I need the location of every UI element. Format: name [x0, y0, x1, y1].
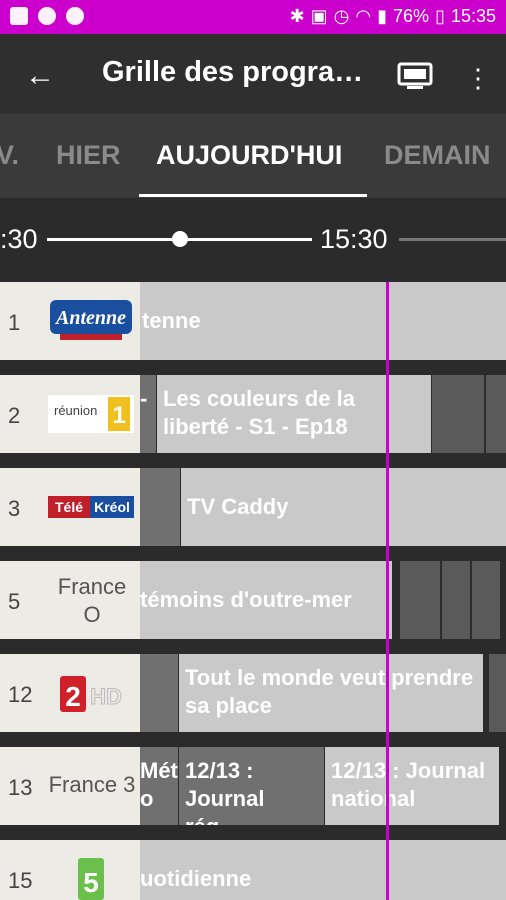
nfc-icon: ▣ — [310, 6, 328, 26]
channel-row: 2 réunion 1 - Les couleurs de la liberté… — [0, 375, 506, 453]
program-block[interactable]: TV Caddy — [181, 468, 506, 546]
tele-kreol-logo: Télé Kréol — [48, 496, 134, 518]
timeline-track-future — [399, 238, 506, 241]
program-block[interactable] — [140, 468, 180, 546]
program-block[interactable]: 12/13 : Journal rég… — [179, 747, 324, 825]
program-block[interactable]: tenne — [140, 282, 506, 360]
program-block[interactable] — [442, 561, 470, 639]
channel-cell[interactable]: 12 2 HD — [0, 654, 140, 732]
program-block[interactable]: uotidienne — [140, 840, 506, 900]
svg-text:HD: HD — [90, 684, 122, 709]
app-toolbar: ← Grille des progra… ⋮ — [0, 34, 506, 114]
channel-name: France 3 — [48, 772, 136, 797]
channel-row: 15 5 uotidienne — [0, 840, 506, 900]
svg-text:réunion: réunion — [54, 403, 97, 418]
program-title: - — [140, 386, 148, 411]
channel-number: 2 — [8, 403, 21, 428]
program-title: Tout le monde veut prendre sa place — [185, 665, 474, 718]
status-bar: ✱ ▣ ◷ ◠ ▮ 76% ▯ 15:35 — [0, 0, 506, 34]
battery-icon: ▯ — [435, 6, 445, 26]
current-time-line — [386, 282, 389, 900]
channel-number: 5 — [8, 589, 21, 614]
active-tab-indicator — [139, 194, 367, 197]
svg-text:1: 1 — [112, 402, 125, 429]
program-block[interactable] — [400, 561, 440, 639]
program-block[interactable] — [140, 654, 178, 732]
france-5-logo: 5 — [78, 858, 104, 900]
channel-row: 1 Antenne tenne — [0, 282, 506, 360]
france-2-hd-logo: 2 HD — [60, 676, 122, 712]
tab-demain[interactable]: DEMAIN — [384, 140, 491, 171]
svg-text:5: 5 — [83, 867, 99, 898]
channel-number: 13 — [8, 775, 33, 800]
program-block[interactable] — [489, 654, 506, 732]
channel-cell[interactable]: 2 réunion 1 — [0, 375, 140, 453]
program-title: 12/13 : Journal national — [331, 758, 486, 811]
channel-cell[interactable]: 3 Télé Kréol — [0, 468, 140, 546]
channel-cell[interactable]: 13 France 3 — [0, 747, 140, 825]
channel-row: 13 France 3 Mét o 12/13 : Journal rég… 1… — [0, 747, 506, 825]
tab-hier[interactable]: HIER — [56, 140, 121, 171]
tab-aujourdhui[interactable]: AUJOURD'HUI — [156, 140, 342, 171]
battery-percent: 76% — [393, 6, 430, 26]
timeline-marker[interactable] — [172, 231, 188, 247]
smiley-icon — [38, 7, 56, 25]
program-title: uotidienne — [140, 866, 252, 891]
channel-number: 12 — [8, 682, 33, 707]
program-block[interactable]: 12/13 : Journal national — [325, 747, 499, 825]
channel-number: 3 — [8, 496, 21, 521]
svg-text:Antenne: Antenne — [54, 307, 126, 329]
program-block[interactable] — [472, 561, 500, 639]
program-title: 12/13 : Journal rég… — [185, 758, 265, 825]
channel-row: 3 Télé Kréol TV Caddy — [0, 468, 506, 546]
tab-previous[interactable]: V. — [0, 140, 19, 171]
program-title: témoins d'outre-mer — [140, 587, 352, 612]
clock: 15:35 — [450, 6, 496, 26]
program-grid: 1 Antenne tenne 2 réunion 1 - Les couleu… — [0, 282, 506, 900]
program-block[interactable]: Les couleurs de la liberté - S1 - Ep18 — [157, 375, 431, 453]
program-title: tenne — [142, 308, 201, 333]
program-block[interactable] — [486, 375, 506, 453]
channel-cell[interactable]: 5 France O — [0, 561, 140, 639]
svg-text:Télé: Télé — [55, 499, 83, 515]
cast-screen-icon[interactable] — [397, 62, 433, 90]
program-block[interactable] — [432, 375, 484, 453]
signal-icon: ▮ — [377, 6, 388, 26]
program-block[interactable]: témoins d'outre-mer — [140, 561, 392, 639]
program-title: Mét o — [140, 758, 178, 811]
bluetooth-icon: ✱ — [289, 6, 305, 26]
target-icon — [66, 7, 84, 25]
channel-cell[interactable]: 1 Antenne — [0, 282, 140, 360]
program-title: TV Caddy — [187, 494, 289, 519]
page-title: Grille des progra… — [102, 56, 362, 88]
day-tabs: V. HIER AUJOURD'HUI DEMAIN — [0, 114, 506, 198]
svg-text:2: 2 — [65, 681, 81, 712]
program-block[interactable]: Mét o — [140, 747, 178, 825]
channel-number: 1 — [8, 310, 21, 335]
program-block[interactable]: Tout le monde veut prendre sa place — [179, 654, 483, 732]
antenne-reunion-logo: Antenne — [50, 300, 132, 340]
more-options-icon[interactable]: ⋮ — [465, 64, 491, 92]
reunion-1ere-logo: réunion 1 — [48, 395, 134, 433]
image-icon — [10, 7, 28, 25]
program-block[interactable]: - — [140, 375, 156, 453]
wifi-icon: ◠ — [355, 6, 372, 26]
channel-row: 12 2 HD Tout le monde veut prendre sa pl… — [0, 654, 506, 732]
time-label-right: 15:30 — [320, 224, 388, 254]
channel-name: France O — [57, 574, 127, 627]
alarm-icon: ◷ — [333, 6, 350, 26]
svg-text:Kréol: Kréol — [94, 499, 130, 515]
back-arrow-icon[interactable]: ← — [20, 56, 60, 96]
channel-number: 15 — [8, 868, 33, 893]
time-label-left: :30 — [0, 224, 38, 254]
channel-row: 5 France O témoins d'outre-mer — [0, 561, 506, 639]
channel-cell[interactable]: 15 5 — [0, 840, 140, 900]
timeline-bar: :30 15:30 — [0, 198, 506, 282]
